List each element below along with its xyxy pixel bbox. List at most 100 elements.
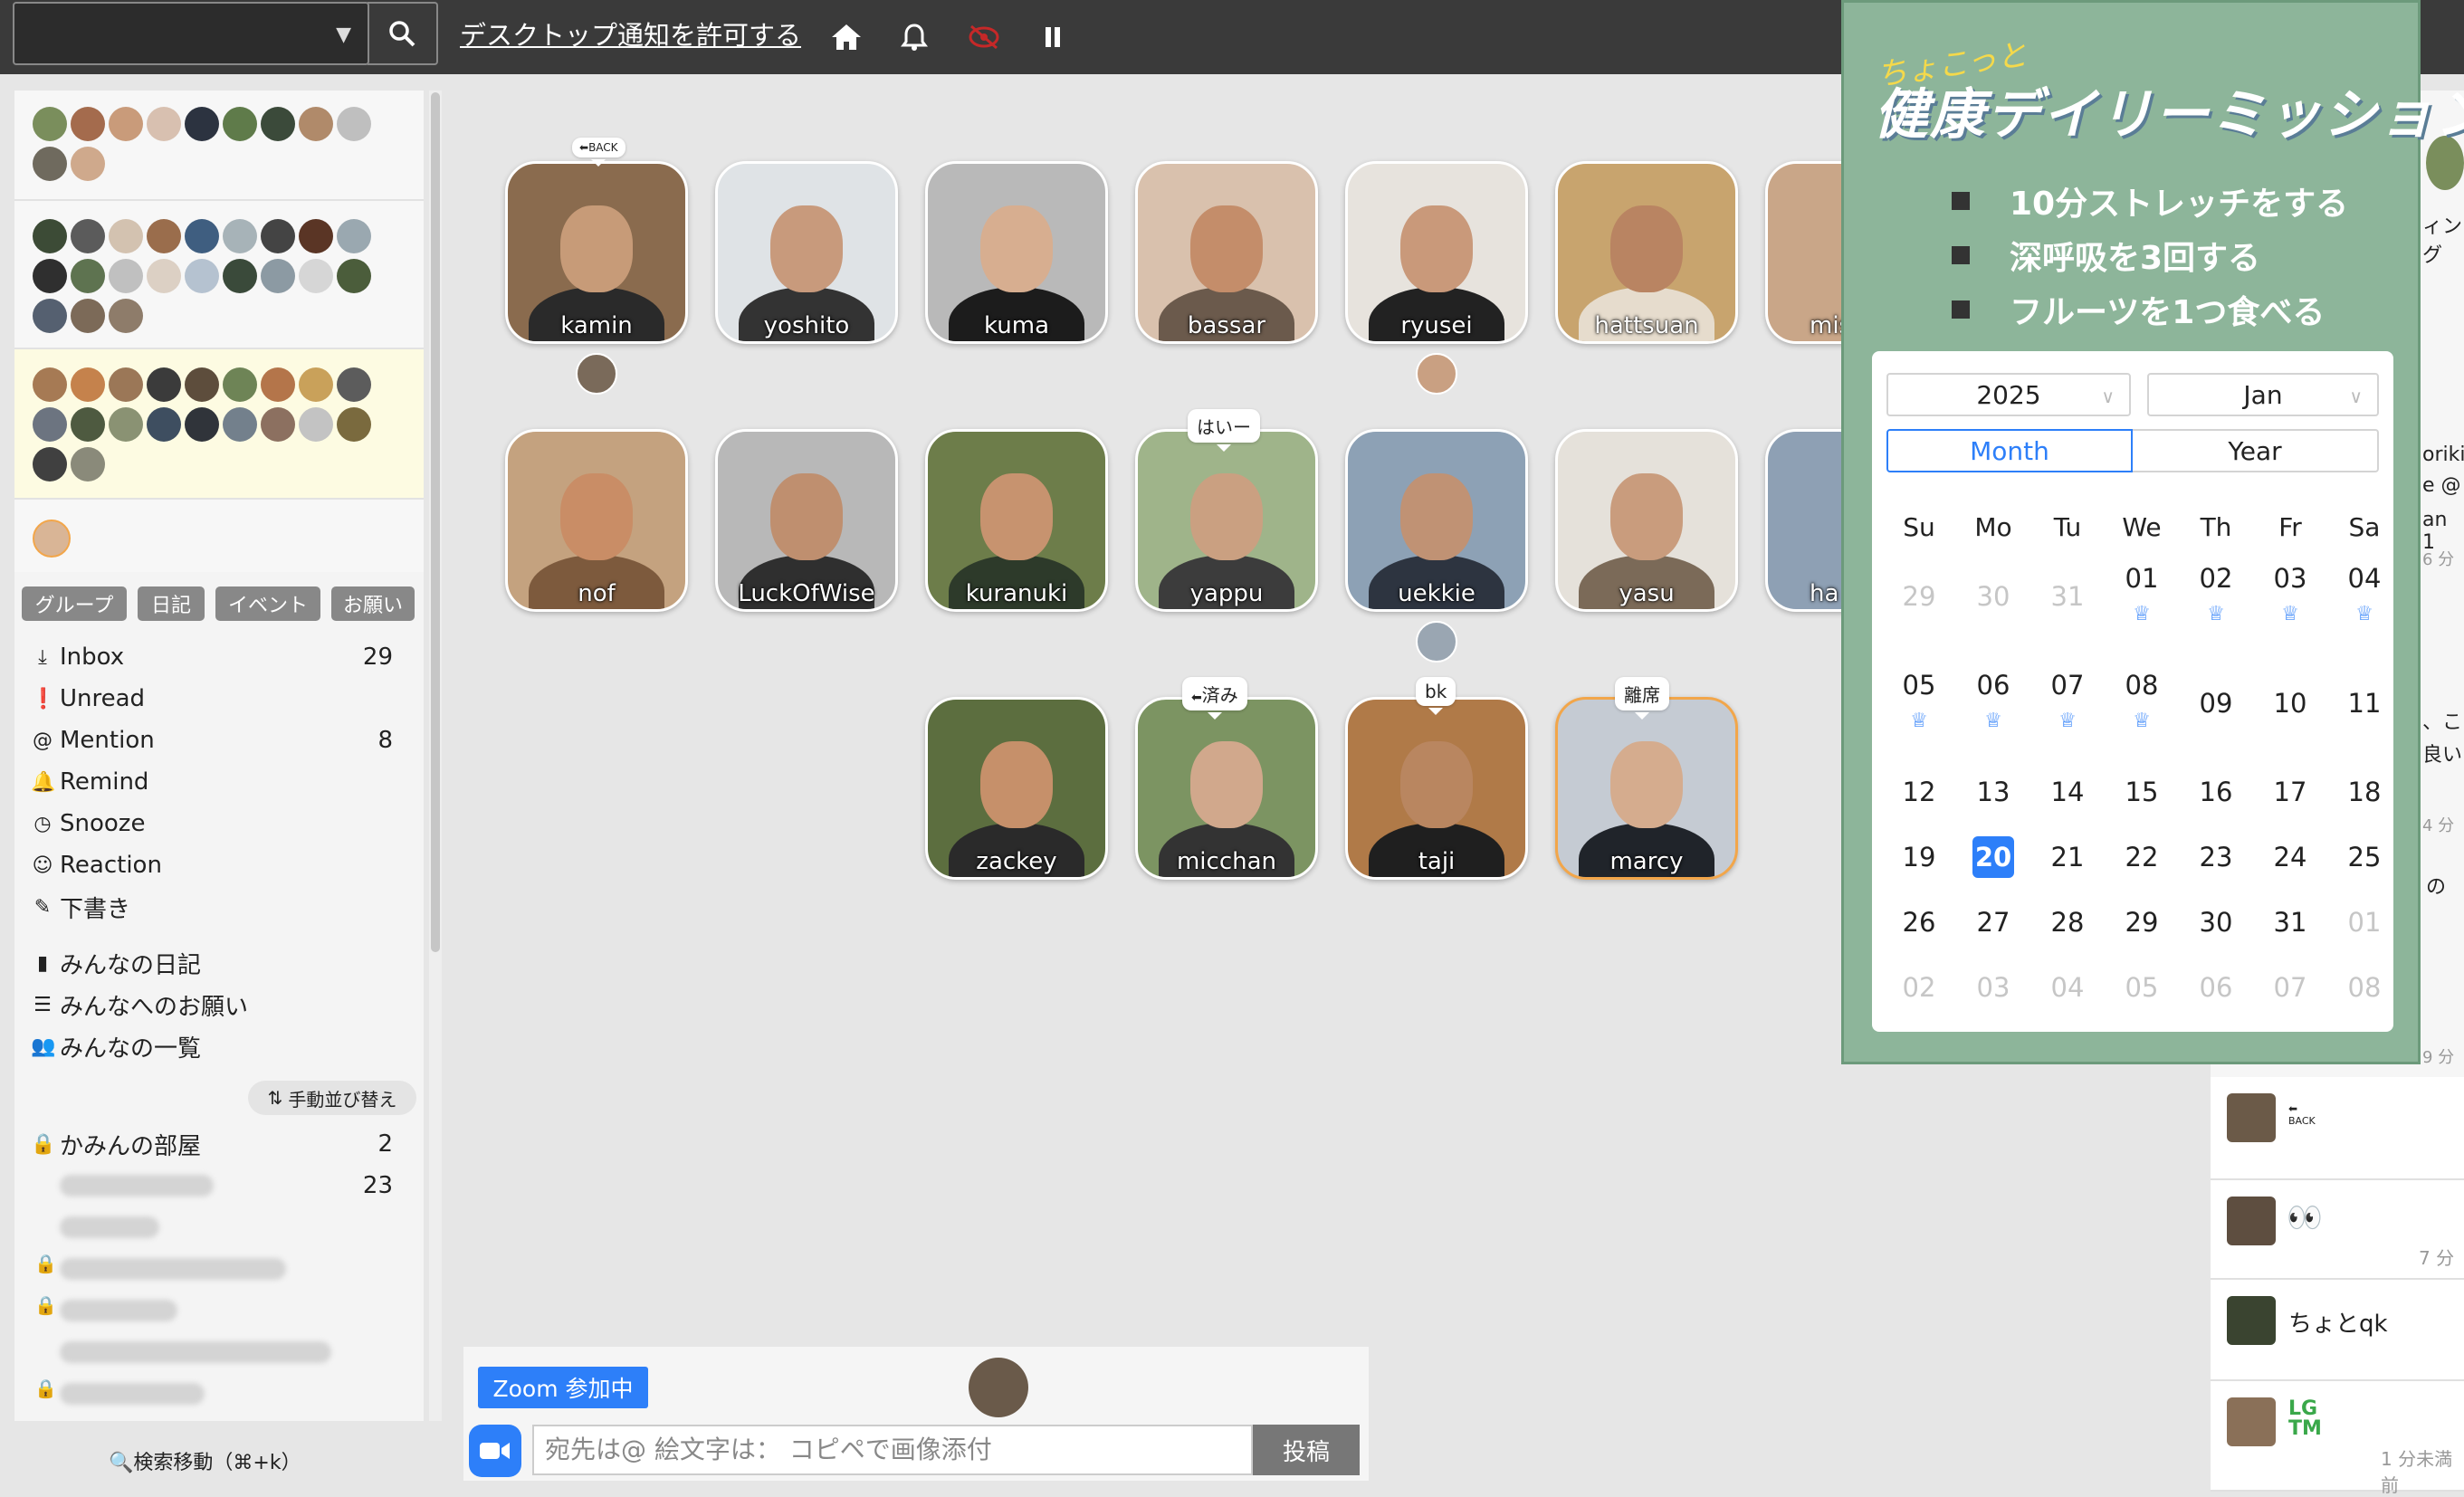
avatar[interactable] — [147, 107, 181, 141]
avatar[interactable] — [33, 367, 67, 402]
calendar-day[interactable]: 27 — [1957, 907, 2029, 938]
search-button[interactable] — [368, 2, 438, 65]
user-tile-bassar[interactable]: bassar — [1135, 161, 1318, 344]
calendar-day[interactable]: 11 — [2328, 688, 2401, 719]
calendar-day[interactable]: 30 — [2180, 907, 2252, 938]
avatar[interactable] — [223, 219, 257, 253]
menu-remind[interactable]: 🔔 Remind — [31, 762, 411, 802]
calendar-day[interactable]: 26 — [1883, 907, 1955, 938]
avatar[interactable] — [261, 407, 295, 442]
avatar[interactable] — [337, 219, 371, 253]
calendar-day[interactable]: 25 — [2328, 842, 2401, 872]
avatar[interactable] — [33, 520, 71, 558]
calendar-day[interactable]: 04 — [2031, 972, 2104, 1003]
menu-unread[interactable]: ❗ Unread — [31, 679, 411, 719]
zoom-app-button[interactable] — [469, 1425, 521, 1477]
avatar[interactable] — [223, 259, 257, 293]
avatar[interactable] — [71, 219, 105, 253]
avatar[interactable] — [33, 219, 67, 253]
zoom-status-badge[interactable]: Zoom 参加中 — [478, 1367, 648, 1408]
avatar[interactable] — [33, 259, 67, 293]
user-tile-mis[interactable]: mis — [1765, 161, 1849, 344]
calendar-day[interactable]: 31 — [2254, 907, 2326, 938]
calendar-day[interactable]: 03 — [1957, 972, 2029, 1003]
user-tile-yappu[interactable]: yappu — [1135, 429, 1318, 612]
avatar[interactable] — [33, 147, 67, 181]
calendar-day[interactable]: 12 — [1883, 777, 1955, 807]
user-tile-taji[interactable]: taji — [1345, 697, 1528, 880]
calendar-day[interactable]: 15 — [2106, 777, 2178, 807]
avatar-group-3[interactable] — [14, 349, 424, 500]
avatar[interactable] — [33, 299, 67, 333]
user-tile-marcy[interactable]: marcy — [1555, 697, 1738, 880]
calendar-day[interactable]: 28 — [2031, 907, 2104, 938]
calendar-day[interactable]: 30 — [1957, 581, 2029, 612]
avatar[interactable] — [337, 259, 371, 293]
avatar[interactable] — [299, 407, 333, 442]
avatar[interactable] — [71, 147, 105, 181]
avatar[interactable] — [33, 407, 67, 442]
avatar[interactable] — [299, 259, 333, 293]
menu-inbox[interactable]: ⤓ Inbox 29 — [31, 637, 411, 677]
avatar[interactable] — [223, 107, 257, 141]
user-tile-luckofwise[interactable]: LuckOfWise — [715, 429, 898, 612]
avatar[interactable] — [185, 219, 219, 253]
user-tile-ryusei[interactable]: ryusei — [1345, 161, 1528, 344]
avatar[interactable] — [223, 367, 257, 402]
avatar[interactable] — [147, 219, 181, 253]
chip-request[interactable]: お願い — [331, 586, 415, 621]
month-select[interactable]: Jan ∨ — [2147, 373, 2379, 416]
avatar[interactable] — [147, 259, 181, 293]
notification-button[interactable] — [892, 14, 937, 60]
avatar[interactable] — [71, 407, 105, 442]
post-button[interactable]: 投稿 — [1253, 1425, 1360, 1475]
user-tile-kuranuki[interactable]: kuranuki — [925, 429, 1108, 612]
calendar-day[interactable]: 04 — [2328, 563, 2401, 594]
calendar-day[interactable]: 05 — [1883, 670, 1955, 701]
calendar-day[interactable]: 17 — [2254, 777, 2326, 807]
user-tile-uekkie[interactable]: uekkie — [1345, 429, 1528, 612]
manual-sort-button[interactable]: ⇅ 手動並び替え — [248, 1081, 416, 1115]
avatar[interactable] — [185, 107, 219, 141]
pause-button[interactable] — [1030, 14, 1075, 60]
avatar[interactable] — [261, 259, 295, 293]
user-tile-yoshito[interactable]: yoshito — [715, 161, 898, 344]
avatar[interactable] — [109, 367, 143, 402]
calendar-day[interactable]: 07 — [2031, 670, 2104, 701]
avatar[interactable] — [261, 219, 295, 253]
calendar-day[interactable]: 08 — [2328, 972, 2401, 1003]
user-tile-kamin[interactable]: kamin — [505, 161, 688, 344]
calendar-day[interactable]: 16 — [2180, 777, 2252, 807]
calendar-day[interactable]: 07 — [2254, 972, 2326, 1003]
home-button[interactable] — [824, 14, 869, 60]
menu-drafts[interactable]: ✎ 下書き — [31, 887, 411, 927]
calendar-day[interactable]: 06 — [1957, 670, 2029, 701]
calendar-day[interactable]: 29 — [1883, 581, 1955, 612]
calendar-day[interactable]: 13 — [1957, 777, 2029, 807]
avatar[interactable] — [185, 259, 219, 293]
avatar[interactable] — [71, 367, 105, 402]
calendar-day[interactable]: 24 — [2254, 842, 2326, 872]
avatar[interactable] — [299, 367, 333, 402]
avatar[interactable] — [71, 447, 105, 482]
search-move-button[interactable]: 🔍検索移動（⌘+k） — [109, 1446, 301, 1475]
avatar[interactable] — [33, 447, 67, 482]
room-item[interactable]: 🔒 かみんの部屋 2 — [31, 1124, 411, 1164]
calendar-day[interactable]: 08 — [2106, 670, 2178, 701]
user-tile-yasu[interactable]: yasu — [1555, 429, 1738, 612]
room-select[interactable]: ▼ — [13, 2, 369, 65]
avatar[interactable] — [147, 407, 181, 442]
calendar-day[interactable]: 14 — [2031, 777, 2104, 807]
calendar-day[interactable]: 01 — [2328, 907, 2401, 938]
message-input[interactable]: 宛先は@ 絵文字は： コピペで画像添付 — [532, 1425, 1253, 1475]
zoom-participant-avatar[interactable] — [969, 1358, 1028, 1417]
menu-all-requests[interactable]: ☰ みんなへのお願い — [31, 985, 411, 1025]
calendar-day[interactable]: 05 — [2106, 972, 2178, 1003]
calendar-day[interactable]: 03 — [2254, 563, 2326, 594]
calendar-day[interactable]: 23 — [2180, 842, 2252, 872]
calendar-day[interactable]: 18 — [2328, 777, 2401, 807]
user-tile-hattsuan[interactable]: hattsuan — [1555, 161, 1738, 344]
avatar[interactable] — [147, 367, 181, 402]
avatar[interactable] — [337, 367, 371, 402]
feed-item[interactable]: ちょとqk — [2211, 1280, 2464, 1381]
